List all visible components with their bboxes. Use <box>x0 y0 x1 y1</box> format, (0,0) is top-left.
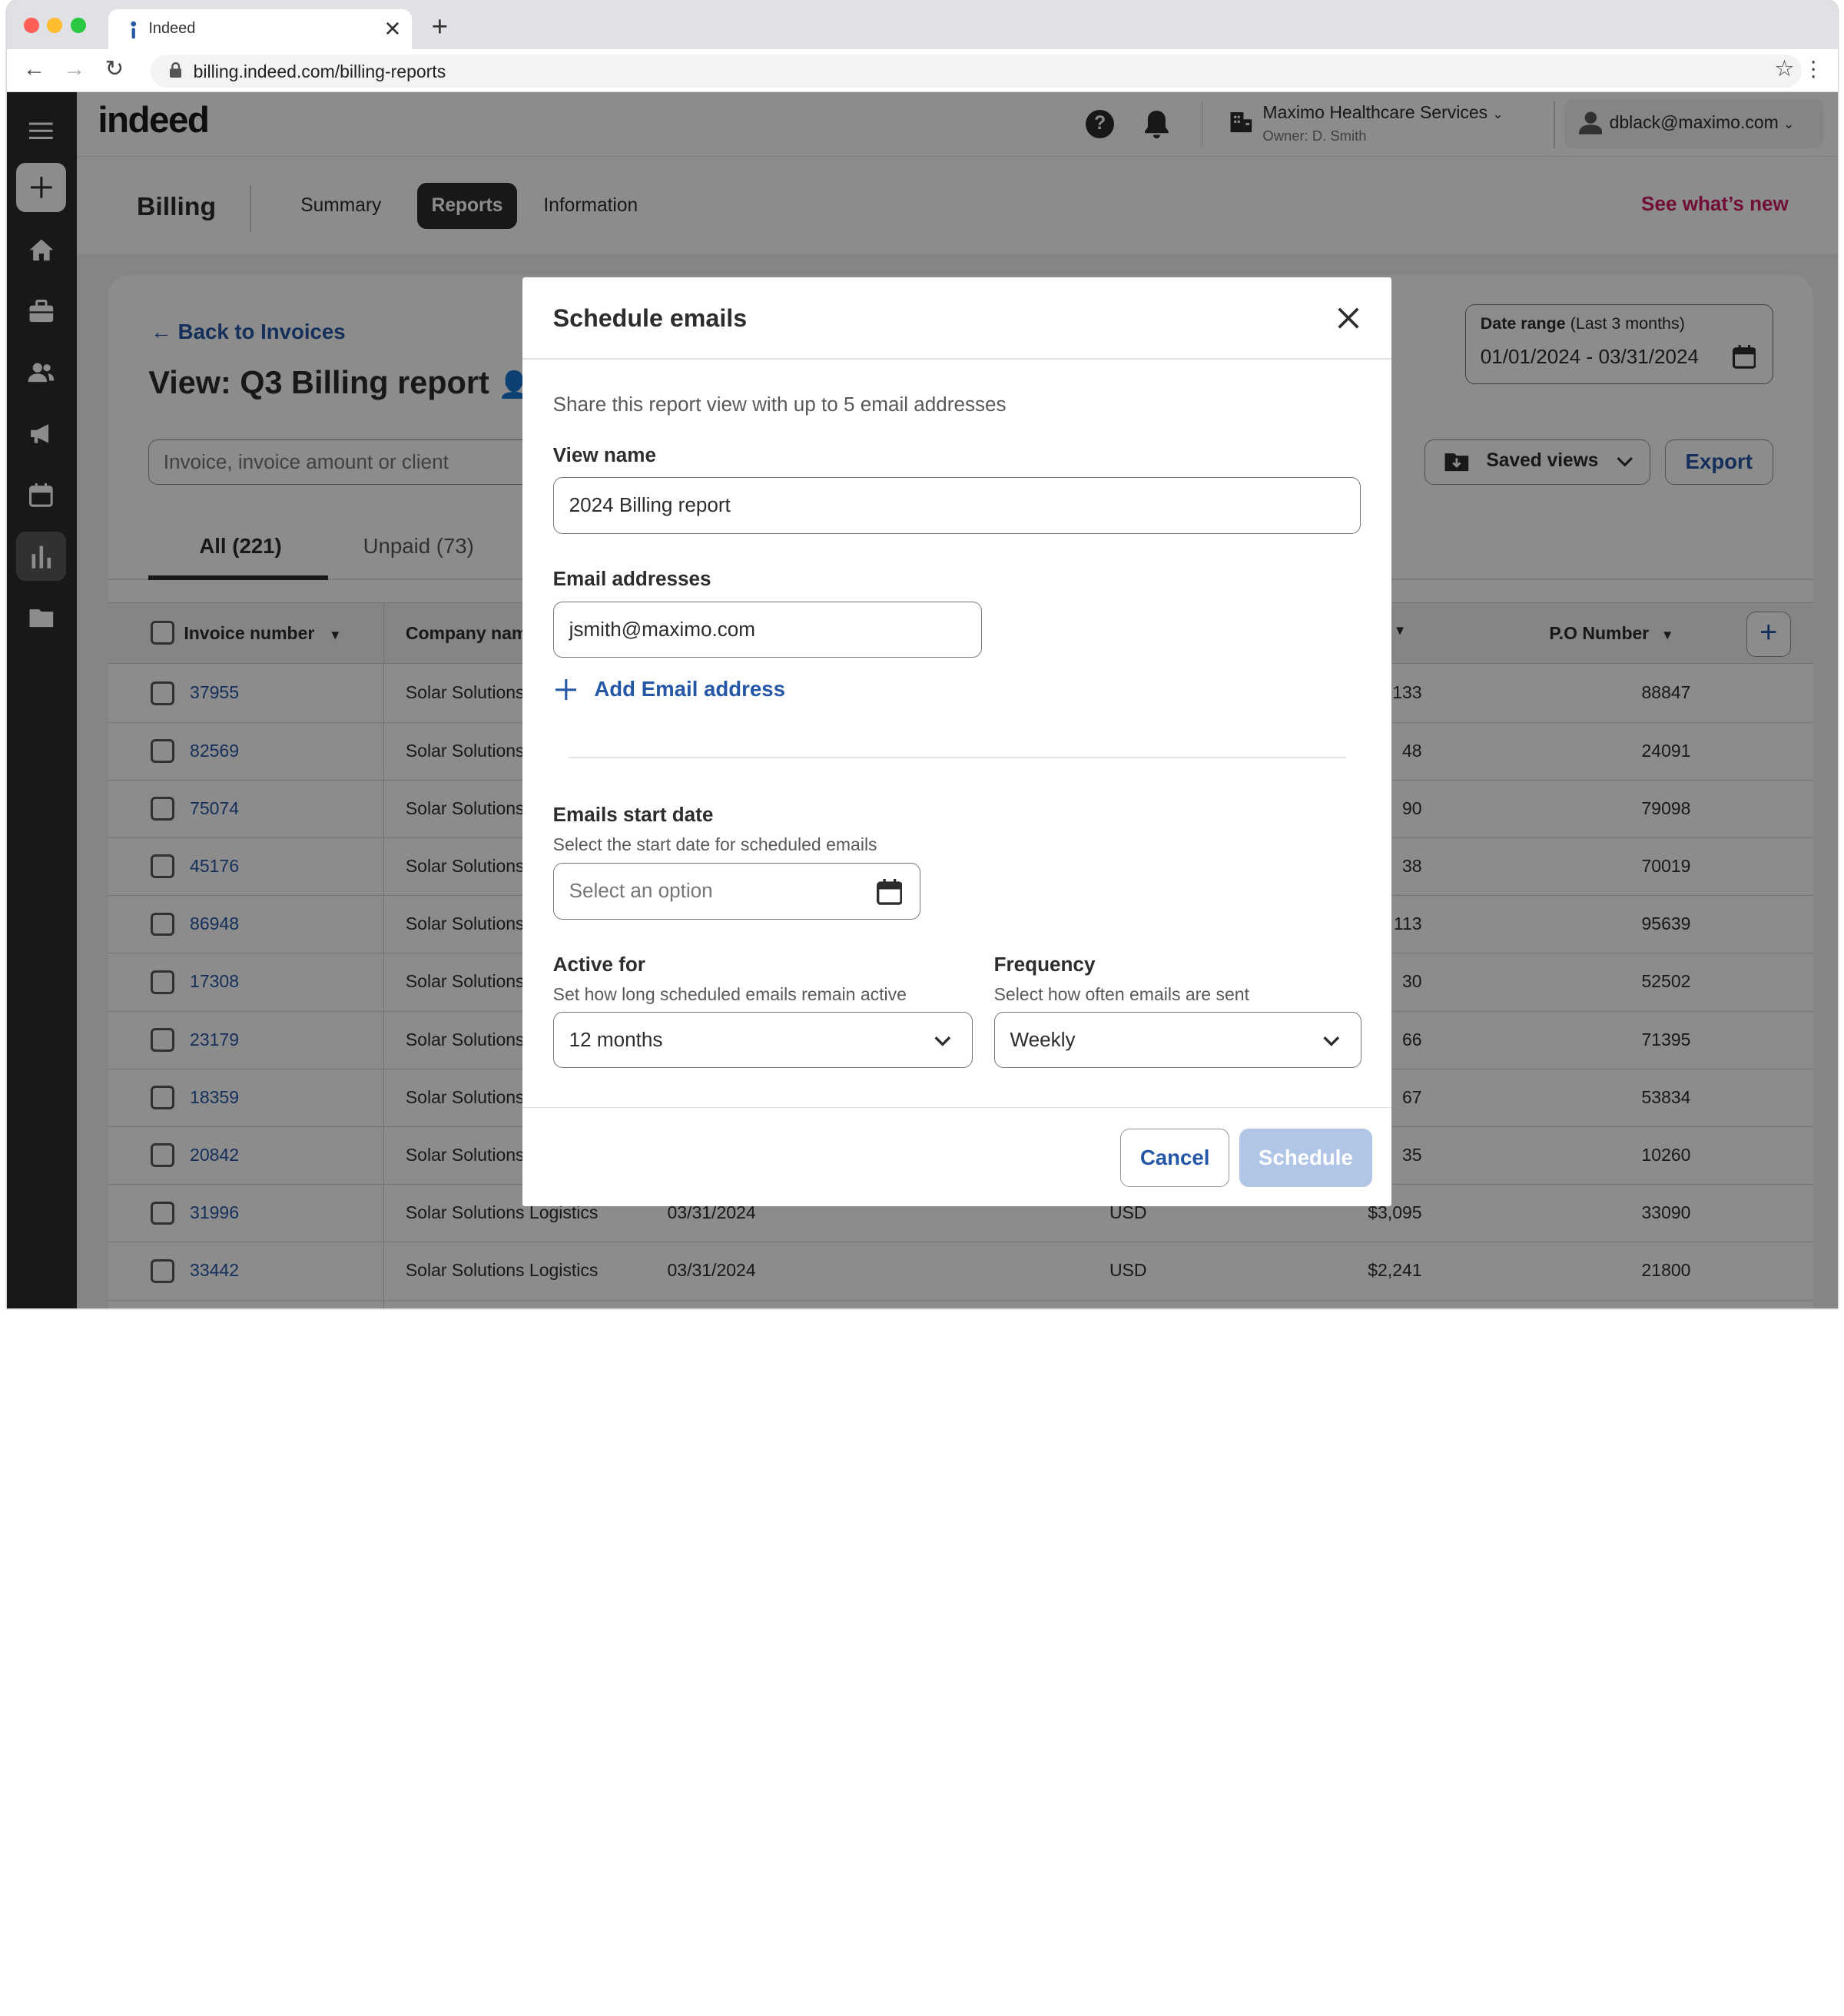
browser-toolbar: ← → ↻ billing.indeed.com/billing-reports… <box>7 49 1839 92</box>
indeed-favicon-icon <box>130 21 136 38</box>
email-addresses-label: Email addresses <box>552 567 711 591</box>
new-tab-icon[interactable]: + <box>422 9 457 45</box>
view-name-input[interactable]: 2024 Billing report <box>552 477 1361 535</box>
section-divider <box>568 757 1347 758</box>
plus-icon <box>555 678 577 701</box>
modal-header-divider <box>522 358 1391 360</box>
chevron-down-icon <box>934 1036 950 1046</box>
calendar-icon[interactable] <box>876 879 903 905</box>
back-arrow-icon[interactable]: ← <box>19 55 50 85</box>
schedule-button[interactable]: Schedule <box>1239 1128 1373 1188</box>
lock-icon <box>169 62 182 78</box>
active-for-label: Active for <box>552 952 645 976</box>
active-for-help: Set how long scheduled emails remain act… <box>552 984 907 1005</box>
frequency-help: Select how often emails are sent <box>993 984 1249 1005</box>
frequency-label: Frequency <box>993 952 1096 976</box>
reload-icon[interactable]: ↻ <box>99 55 130 85</box>
browser-menu-icon[interactable]: ⋮ <box>1803 55 1824 84</box>
modal-title: Schedule emails <box>552 303 748 332</box>
browser-window: Indeed ✕ + ← → ↻ billing.indeed.com/bill… <box>7 0 1839 1309</box>
window-minimize-dot[interactable] <box>47 18 63 33</box>
url-text: billing.indeed.com/billing-reports <box>193 61 446 81</box>
schedule-emails-modal: Schedule emails Share this report view w… <box>522 277 1391 1206</box>
browser-tab[interactable]: Indeed ✕ <box>108 9 412 50</box>
window-zoom-dot[interactable] <box>71 18 86 33</box>
start-date-input[interactable]: Select an option <box>552 863 921 920</box>
cancel-button[interactable]: Cancel <box>1119 1128 1230 1188</box>
close-icon[interactable] <box>1331 300 1366 336</box>
bookmark-star-icon[interactable]: ☆ <box>1774 55 1794 82</box>
tab-close-icon[interactable]: ✕ <box>376 13 410 46</box>
address-bar[interactable]: billing.indeed.com/billing-reports ☆ <box>151 54 1802 88</box>
browser-tab-bar: Indeed ✕ + <box>7 0 1839 50</box>
start-date-help: Select the start date for scheduled emai… <box>552 834 877 855</box>
view-name-label: View name <box>552 443 656 466</box>
modal-footer-divider <box>522 1106 1391 1109</box>
window-close-dot[interactable] <box>23 18 39 33</box>
chevron-down-icon <box>1323 1036 1340 1046</box>
tab-title: Indeed <box>148 20 196 38</box>
active-for-select[interactable]: 12 months <box>552 1011 973 1069</box>
frequency-select[interactable]: Weekly <box>993 1011 1362 1069</box>
start-date-label: Emails start date <box>552 802 714 826</box>
modal-description: Share this report view with up to 5 emai… <box>552 392 1007 416</box>
email-address-input[interactable]: jsmith@maximo.com <box>552 601 983 658</box>
forward-arrow-icon[interactable]: → <box>59 55 90 85</box>
